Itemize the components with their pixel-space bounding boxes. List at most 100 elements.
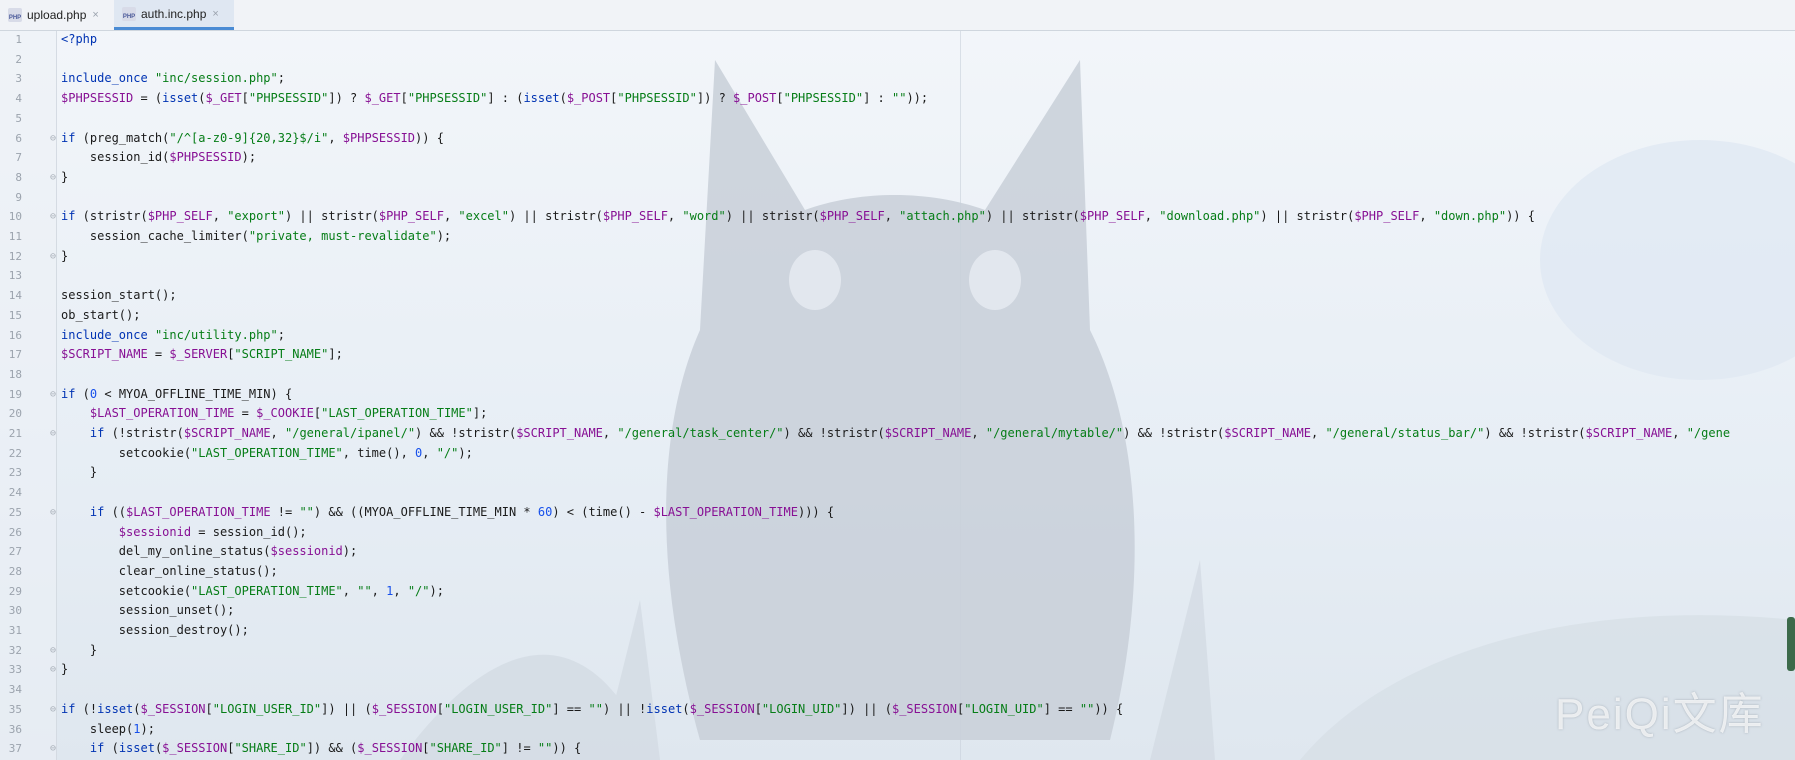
code-text: if (!isset($_SESSION["LOGIN_USER_ID"]) |… xyxy=(61,701,1124,716)
code-line[interactable]: 3 include_once "inc/session.php"; xyxy=(0,69,1795,89)
line-number: 6 xyxy=(15,131,22,145)
fold-marker-icon[interactable]: ⊖ xyxy=(50,247,56,267)
code-line[interactable]: 35 ⊖ if (!isset($_SESSION["LOGIN_USER_ID"]… xyxy=(0,700,1795,720)
code-line[interactable]: 10 ⊖ if (stristr($PHP_SELF, "export") || s… xyxy=(0,207,1795,227)
code-line[interactable]: 14 session_start(); xyxy=(0,286,1795,306)
code-editor[interactable]: 1 <?php 2 3 include_once "inc/session.php"; 4… xyxy=(0,30,1795,760)
line-number: 13 xyxy=(8,269,22,283)
code-text: } xyxy=(61,169,69,184)
line-number: 34 xyxy=(8,683,22,697)
line-number: 20 xyxy=(8,407,22,421)
line-number: 17 xyxy=(8,348,22,362)
line-number: 7 xyxy=(15,151,22,165)
line-number: 32 xyxy=(8,643,22,657)
code-line[interactable]: 1 <?php xyxy=(0,30,1795,50)
code-line[interactable]: 23 } xyxy=(0,463,1795,483)
code-line[interactable]: 6 ⊖ if (preg_match("/^[a-z0-9]{20,32}$/i",… xyxy=(0,129,1795,149)
vertical-scrollbar-thumb[interactable] xyxy=(1787,617,1795,671)
fold-marker-icon[interactable]: ⊖ xyxy=(50,129,56,149)
code-line[interactable]: 16 include_once "inc/utility.php"; xyxy=(0,326,1795,346)
code-line[interactable]: 29 setcookie("LAST_OPERATION_TIME", "", … xyxy=(0,582,1795,602)
code-line[interactable]: 9 xyxy=(0,188,1795,208)
code-line[interactable]: 24 xyxy=(0,483,1795,503)
code-line[interactable]: 5 xyxy=(0,109,1795,129)
code-line[interactable]: 26 $sessionid = session_id(); xyxy=(0,523,1795,543)
line-number: 29 xyxy=(8,584,22,598)
line-number: 19 xyxy=(8,387,22,401)
editor-tab-bar: PHP upload.php × PHP auth.inc.php × xyxy=(0,0,1795,31)
code-text: setcookie("LAST_OPERATION_TIME", "", 1, … xyxy=(61,583,444,598)
fold-marker-icon[interactable]: ⊖ xyxy=(50,660,56,680)
code-line[interactable]: 32 ⊖ } xyxy=(0,641,1795,661)
line-number: 1 xyxy=(15,33,22,46)
code-line[interactable]: 12 ⊖} xyxy=(0,247,1795,267)
code-line[interactable]: 37 ⊖ if (isset($_SESSION["SHARE_ID"]) && … xyxy=(0,739,1795,759)
code-line[interactable]: 2 xyxy=(0,50,1795,70)
code-line[interactable]: 4 $PHPSESSID = (isset($_GET["PHPSESSID"])… xyxy=(0,89,1795,109)
code-text: $sessionid = session_id(); xyxy=(118,524,307,539)
line-number: 4 xyxy=(15,92,22,106)
fold-marker-icon[interactable]: ⊖ xyxy=(50,168,56,188)
code-text: } xyxy=(61,642,98,657)
line-number: 23 xyxy=(8,466,22,480)
code-line[interactable]: 33 ⊖} xyxy=(0,660,1795,680)
tab-label: auth.inc.php xyxy=(141,6,207,21)
fold-marker-icon[interactable]: ⊖ xyxy=(50,207,56,227)
close-icon[interactable]: × xyxy=(92,9,98,21)
code-text: sleep(1); xyxy=(61,721,155,736)
code-line[interactable]: 27 del_my_online_status($sessionid); xyxy=(0,542,1795,562)
code-line[interactable]: 31 session_destroy(); xyxy=(0,621,1795,641)
code-line[interactable]: 28 clear_online_status(); xyxy=(0,562,1795,582)
code-line[interactable]: 19 ⊖ if (0 < MYOA_OFFLINE_TIME_MIN) { xyxy=(0,385,1795,405)
fold-marker-icon[interactable]: ⊖ xyxy=(50,739,56,759)
fold-marker-icon[interactable]: ⊖ xyxy=(50,424,56,444)
fold-marker-icon[interactable]: ⊖ xyxy=(50,503,56,523)
code-text: if (($LAST_OPERATION_TIME != "") && ((MY… xyxy=(89,504,835,519)
line-number: 37 xyxy=(8,742,22,756)
line-number: 5 xyxy=(15,111,22,125)
code-text: del_my_online_status($sessionid); xyxy=(61,544,358,559)
fold-marker-icon[interactable]: ⊖ xyxy=(50,385,56,405)
fold-marker-icon[interactable]: ⊖ xyxy=(50,641,56,661)
line-number: 22 xyxy=(8,446,22,460)
fold-marker-icon[interactable]: ⊖ xyxy=(50,700,56,720)
line-number: 8 xyxy=(15,170,22,184)
code-text: } xyxy=(61,465,98,480)
tab-upload-php[interactable]: PHP upload.php × xyxy=(0,0,112,30)
code-line[interactable]: 34 xyxy=(0,680,1795,700)
code-line[interactable]: 13 xyxy=(0,266,1795,286)
line-number: 30 xyxy=(8,604,22,618)
code-line[interactable]: 18 xyxy=(0,365,1795,385)
line-number: 25 xyxy=(8,505,22,519)
line-number: 18 xyxy=(8,367,22,381)
code-line[interactable]: 21 ⊖ if (!stristr($SCRIPT_NAME, "/general… xyxy=(0,424,1795,444)
code-text: $LAST_OPERATION_TIME = $_COOKIE["LAST_OP… xyxy=(89,406,488,421)
line-number: 10 xyxy=(8,210,22,224)
code-line[interactable]: 25 ⊖ if (($LAST_OPERATION_TIME != "") && … xyxy=(0,503,1795,523)
line-number: 21 xyxy=(8,427,22,440)
line-number: 12 xyxy=(8,249,22,263)
line-number: 28 xyxy=(8,564,22,578)
line-number: 11 xyxy=(8,230,22,243)
code-text: session_destroy(); xyxy=(61,623,249,637)
code-line[interactable]: 30 session_unset(); xyxy=(0,601,1795,621)
close-icon[interactable]: × xyxy=(212,8,218,20)
code-text: <?php xyxy=(61,32,98,46)
code-line[interactable]: 15 ob_start(); xyxy=(0,306,1795,326)
code-text: session_id($PHPSESSID); xyxy=(61,150,257,165)
code-text: ob_start(); xyxy=(61,307,141,322)
code-line[interactable]: 20 $LAST_OPERATION_TIME = $_COOKIE["LAST… xyxy=(0,404,1795,424)
watermark-text: PeiQi文库 xyxy=(1555,690,1765,739)
code-line[interactable]: 36 sleep(1); xyxy=(0,720,1795,740)
line-number: 35 xyxy=(8,702,22,716)
code-line[interactable]: 17 $SCRIPT_NAME = $_SERVER["SCRIPT_NAME"]… xyxy=(0,345,1795,365)
line-number: 26 xyxy=(8,525,22,539)
code-line[interactable]: 7 session_id($PHPSESSID); xyxy=(0,148,1795,168)
line-number: 14 xyxy=(8,289,22,303)
line-number: 15 xyxy=(8,308,22,322)
code-line[interactable]: 8 ⊖} xyxy=(0,168,1795,188)
code-line[interactable]: 22 setcookie("LAST_OPERATION_TIME", time… xyxy=(0,444,1795,464)
code-line[interactable]: 11 session_cache_limiter("private, must-… xyxy=(0,227,1795,247)
tab-auth-inc-php[interactable]: PHP auth.inc.php × xyxy=(114,0,234,30)
line-number: 31 xyxy=(8,624,22,637)
